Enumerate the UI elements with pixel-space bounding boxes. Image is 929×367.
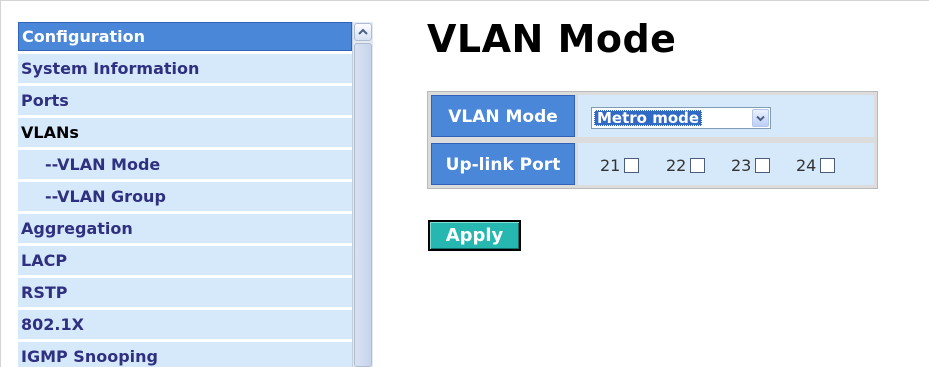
page-title: VLAN Mode (427, 17, 677, 61)
chevron-up-icon (358, 28, 368, 35)
vlan-mode-cell: Metro mode (578, 95, 874, 137)
nav-item-vlans[interactable]: VLANs (18, 118, 352, 147)
port-22-option: 22 (666, 155, 706, 175)
navigation-panel: Configuration System Information Ports V… (10, 22, 373, 367)
nav-item-igmp-snooping[interactable]: IGMP Snooping (18, 342, 352, 367)
nav-item-8021x[interactable]: 802.1X (18, 310, 352, 339)
nav-item-aggregation[interactable]: Aggregation (18, 214, 352, 243)
nav-header-configuration: Configuration (18, 22, 352, 51)
scroll-thumb[interactable] (354, 43, 372, 367)
port-21-checkbox[interactable] (624, 157, 640, 173)
vlan-mode-selected-value: Metro mode (594, 110, 703, 126)
port-23-checkbox[interactable] (755, 157, 771, 173)
uplink-port-label: Up-link Port (431, 143, 575, 185)
nav-item-system-information[interactable]: System Information (18, 54, 352, 83)
nav-item-vlan-group[interactable]: --VLAN Group (18, 182, 352, 211)
dropdown-arrow-button[interactable] (752, 109, 769, 127)
port-number: 22 (666, 155, 687, 175)
vlan-mode-select[interactable]: Metro mode (591, 107, 771, 129)
port-24-checkbox[interactable] (820, 157, 836, 173)
nav-item-vlan-mode[interactable]: --VLAN Mode (18, 150, 352, 179)
nav-item-ports[interactable]: Ports (18, 86, 352, 115)
nav-item-rstp[interactable]: RSTP (18, 278, 352, 307)
port-number: 23 (731, 155, 752, 175)
nav-list: Configuration System Information Ports V… (18, 22, 352, 367)
port-number: 24 (796, 155, 817, 175)
vlan-mode-label: VLAN Mode (431, 95, 575, 137)
chevron-down-icon (756, 115, 765, 121)
uplink-port-cell: 21 22 23 24 (578, 143, 874, 185)
port-23-option: 23 (731, 155, 771, 175)
port-24-option: 24 (796, 155, 836, 175)
scroll-up-button[interactable] (354, 23, 372, 41)
port-21-option: 21 (600, 155, 640, 175)
port-number: 21 (600, 155, 621, 175)
nav-item-lacp[interactable]: LACP (18, 246, 352, 275)
vlan-mode-form: VLAN Mode Metro mode Up-link Port 21 22 … (427, 91, 878, 189)
apply-button[interactable]: Apply (428, 220, 521, 251)
port-22-checkbox[interactable] (690, 157, 706, 173)
nav-scrollbar[interactable] (352, 22, 373, 367)
